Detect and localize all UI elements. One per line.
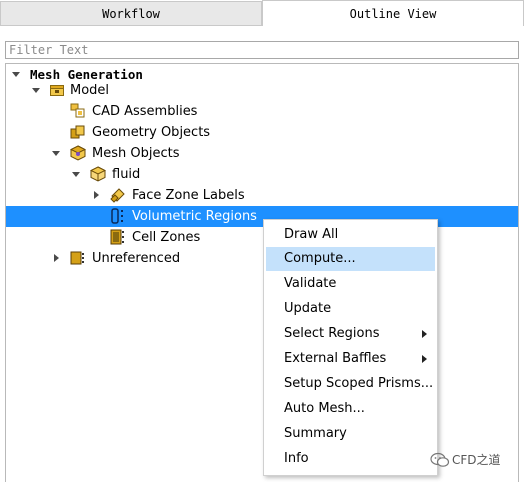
expand-arrow-icon[interactable]	[32, 88, 40, 93]
volumetric-regions-icon	[110, 208, 126, 224]
tree-row-fluid[interactable]: fluid	[6, 164, 518, 185]
expand-arrow-icon[interactable]	[12, 72, 20, 77]
tree-row-cad-assemblies[interactable]: CAD Assemblies	[6, 101, 518, 122]
tree-label: Volumetric Regions	[132, 209, 257, 224]
menu-item-label: Validate	[284, 276, 337, 291]
tree-row-model[interactable]: Model	[6, 80, 518, 101]
menu-item-compute[interactable]: Compute...	[266, 247, 435, 271]
tree-label: fluid	[112, 167, 141, 182]
tab-divider	[0, 25, 262, 26]
menu-item-label: Setup Scoped Prisms...	[284, 376, 434, 391]
watermark-text: CFD之道	[452, 453, 501, 467]
menu-item-info[interactable]: Info	[266, 447, 435, 471]
expand-arrow-icon[interactable]	[52, 151, 60, 156]
watermark: CFD之道	[428, 450, 518, 470]
unreferenced-icon	[70, 250, 86, 266]
menu-item-summary[interactable]: Summary	[266, 422, 435, 446]
menu-item-select-regions[interactable]: Select Regions	[266, 322, 435, 346]
menu-item-external-baffles[interactable]: External Baffles	[266, 347, 435, 371]
menu-item-validate[interactable]: Validate	[266, 272, 435, 296]
menu-item-update[interactable]: Update	[266, 297, 435, 321]
expand-arrow-icon[interactable]	[72, 172, 80, 177]
tab-bar: Workflow Outline View	[0, 0, 524, 26]
mesh-objects-icon	[69, 145, 87, 161]
menu-item-label: Compute...	[284, 251, 356, 266]
fluid-box-icon	[89, 166, 107, 182]
filter-input[interactable]	[5, 41, 519, 59]
menu-item-label: Draw All	[284, 227, 339, 242]
cad-assemblies-icon	[70, 103, 86, 119]
menu-item-setup-scoped-prisms[interactable]: Setup Scoped Prisms...	[266, 372, 435, 396]
menu-item-label: Update	[284, 301, 332, 316]
menu-item-draw-all[interactable]: Draw All	[266, 223, 435, 247]
menu-item-label: Select Regions	[284, 326, 380, 341]
menu-item-label: Info	[284, 451, 309, 466]
tree-row-face-zone-labels[interactable]: Face Zone Labels	[6, 185, 518, 206]
tree-label: Face Zone Labels	[132, 188, 245, 203]
tree-row-volumetric-regions[interactable]: Volumetric Regions	[6, 206, 518, 227]
model-icon	[49, 82, 65, 98]
tree-label: Cell Zones	[132, 230, 201, 245]
tree-label: Unreferenced	[92, 251, 181, 266]
tree-label: Model	[70, 83, 110, 98]
submenu-arrow-icon	[422, 355, 427, 363]
context-menu: Draw All Compute... Validate Update Sele…	[263, 219, 438, 476]
face-zone-labels-icon	[110, 187, 126, 203]
tree-row-geometry-objects[interactable]: Geometry Objects	[6, 122, 518, 143]
menu-item-label: External Baffles	[284, 351, 387, 366]
collapse-arrow-icon[interactable]	[54, 254, 59, 262]
tree-label: CAD Assemblies	[92, 104, 198, 119]
submenu-arrow-icon	[422, 330, 427, 338]
menu-item-label: Summary	[284, 426, 347, 441]
tree-row-cell-zones[interactable]: Cell Zones	[6, 227, 518, 248]
menu-item-auto-mesh[interactable]: Auto Mesh...	[266, 397, 435, 421]
cell-zones-icon	[110, 229, 126, 245]
tree-row-mesh-objects[interactable]: Mesh Objects	[6, 143, 518, 164]
tree-row-unreferenced[interactable]: Unreferenced	[6, 248, 518, 269]
geometry-objects-icon	[70, 124, 86, 140]
tree-label: Mesh Objects	[92, 146, 180, 161]
tab-workflow[interactable]: Workflow	[0, 1, 262, 26]
outline-tree: Mesh Generation Model CAD Assemblies Geo…	[5, 63, 519, 482]
tree-label: Geometry Objects	[92, 125, 211, 140]
menu-item-label: Auto Mesh...	[284, 401, 365, 416]
tab-outline-view[interactable]: Outline View	[262, 0, 524, 26]
wechat-icon	[430, 452, 450, 472]
collapse-arrow-icon[interactable]	[94, 191, 99, 199]
